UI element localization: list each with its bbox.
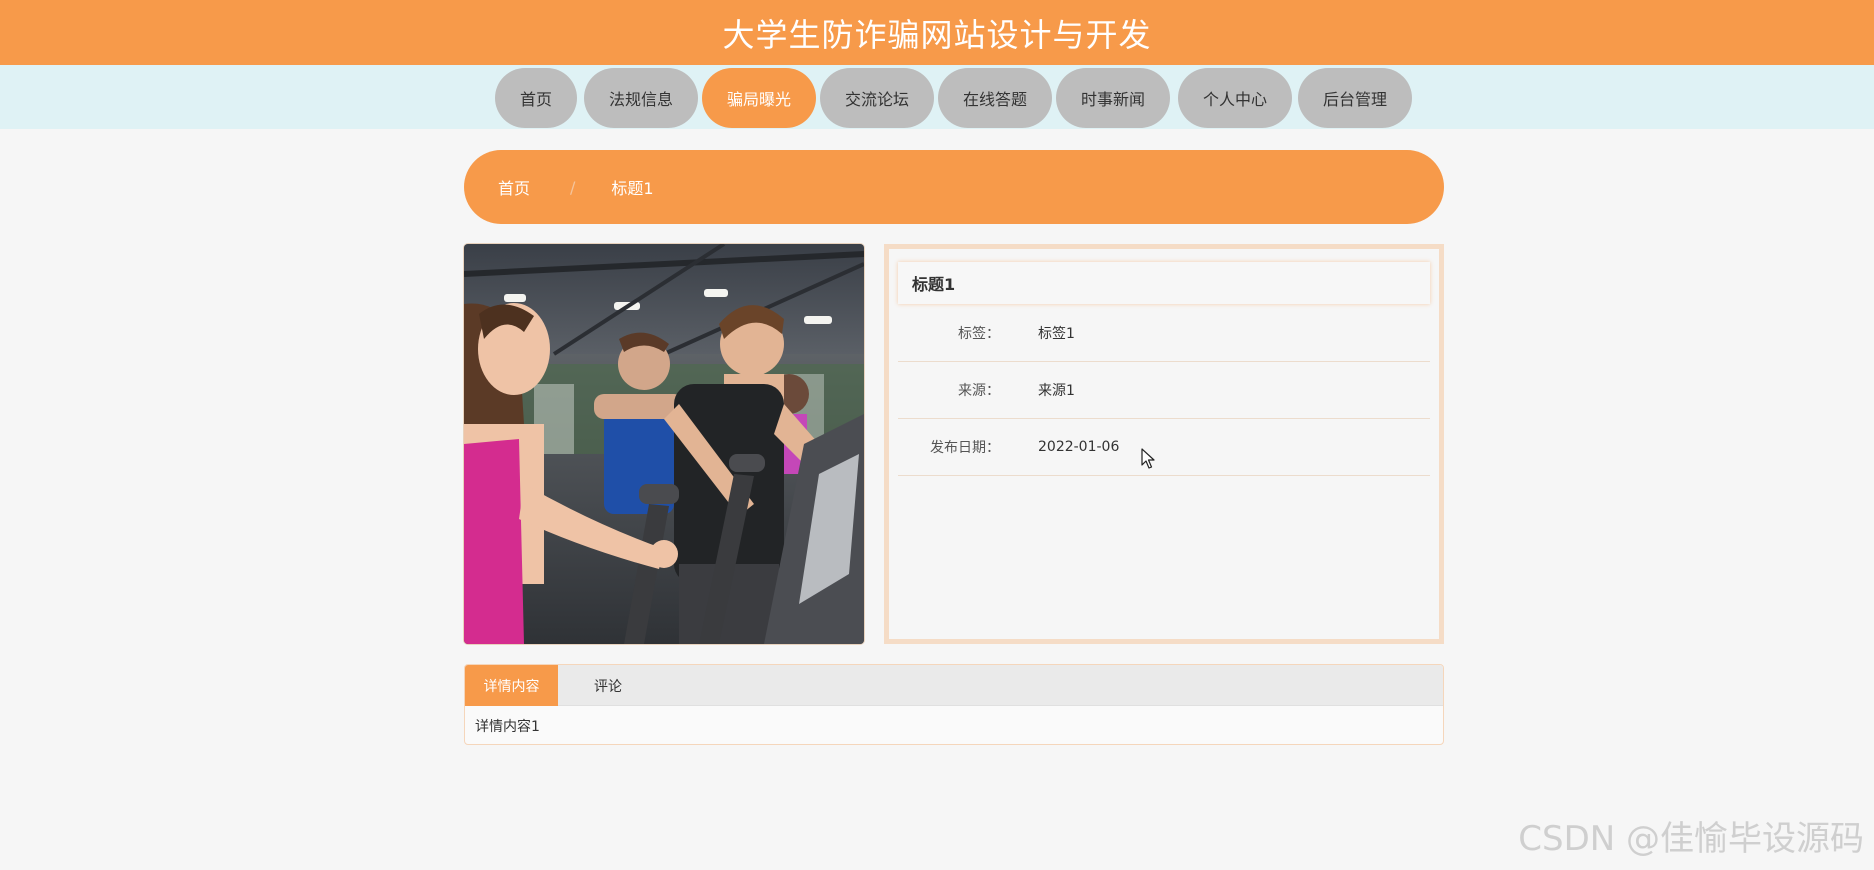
breadcrumb-current: 标题1 [611,179,654,198]
article-info-panel: 标题1 标签： 标签1 来源： 来源1 发布日期： 2022-01-06 [884,244,1444,644]
info-row-publish-date: 发布日期： 2022-01-06 [898,419,1430,476]
tab-content-text: 详情内容1 [475,719,540,735]
info-label-tag: 标签： [958,326,1000,342]
breadcrumb: 首页 / 标题1 [464,150,1444,224]
nav-item-news[interactable]: 时事新闻 [1056,68,1170,128]
breadcrumb-home-link[interactable]: 首页 [498,175,530,199]
info-label-publish-date: 发布日期： [930,440,1000,456]
nav-item-user-center[interactable]: 个人中心 [1178,68,1292,128]
info-row-tag: 标签： 标签1 [898,305,1430,362]
nav-item-forum[interactable]: 交流论坛 [820,68,934,128]
info-value-source: 来源1 [1038,383,1075,399]
breadcrumb-separator: / [570,177,576,197]
nav-item-admin[interactable]: 后台管理 [1298,68,1412,128]
mouse-cursor-icon [1141,448,1155,469]
nav-item-online-quiz[interactable]: 在线答题 [938,68,1052,128]
detail-tabs: 详情内容 评论 详情内容1 [464,664,1444,745]
nav-item-home[interactable]: 首页 [495,68,577,128]
info-value-tag: 标签1 [1038,326,1075,342]
tab-details[interactable]: 详情内容 [465,665,558,706]
info-label-source: 来源： [958,383,1000,399]
site-title: 大学生防诈骗网站设计与开发 [722,15,1152,54]
site-header: 大学生防诈骗网站设计与开发 [0,0,1874,65]
info-row-source: 来源： 来源1 [898,362,1430,419]
main-nav: 首页 法规信息 骗局曝光 交流论坛 在线答题 时事新闻 个人中心 后台管理 [0,65,1874,129]
article-title: 标题1 [898,262,1430,304]
tabs-header: 详情内容 评论 [465,665,1443,706]
tab-comments[interactable]: 评论 [558,665,658,706]
watermark-text: CSDN @佳愉毕设源码 [1518,819,1864,859]
nav-item-regulations[interactable]: 法规信息 [584,68,698,128]
info-value-publish-date: 2022-01-06 [1038,439,1120,455]
gym-photo-image [464,244,864,644]
article-photo [464,244,864,644]
nav-item-scam-exposure[interactable]: 骗局曝光 [702,68,816,128]
